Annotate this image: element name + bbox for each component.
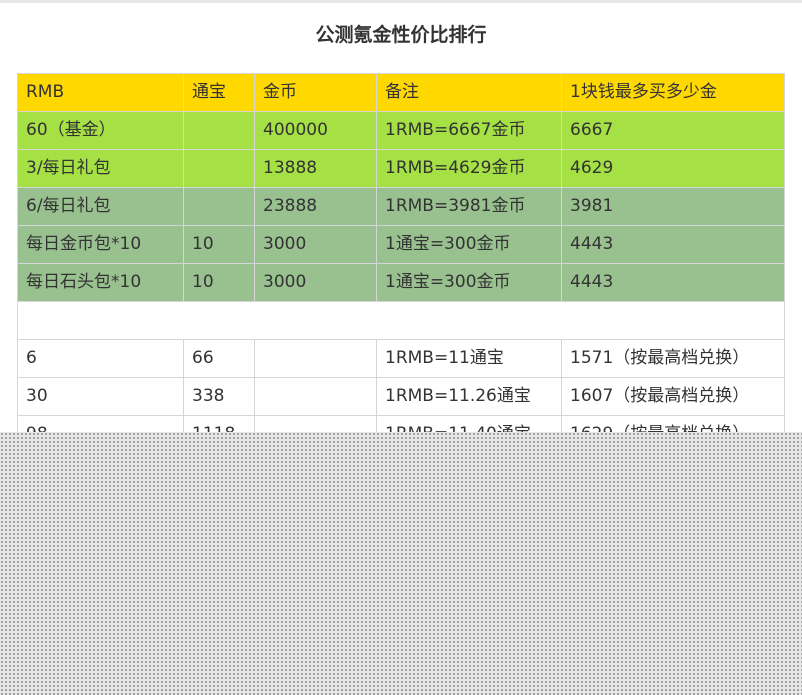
cell-rmb: 6 xyxy=(17,339,184,378)
cell-gold: 3000 xyxy=(254,263,377,302)
cell-tongbao: 10 xyxy=(183,263,255,302)
header-gold-per-rmb: 1块钱最多买多少金 xyxy=(561,73,785,112)
cell-note: 1RMB=6667金币 xyxy=(376,111,562,150)
cell-tongbao: 66 xyxy=(183,339,255,378)
cell-rmb: 每日金币包*10 xyxy=(17,225,184,264)
header-tongbao: 通宝 xyxy=(183,73,255,112)
cell-gold: 13888 xyxy=(254,149,377,188)
cell-note: 1RMB=4629金币 xyxy=(376,149,562,188)
cell-gold xyxy=(254,377,377,416)
top-divider xyxy=(0,0,802,3)
cell-gold: 400000 xyxy=(254,111,377,150)
cell-note: 1RMB=11.26通宝 xyxy=(376,377,562,416)
header-note: 备注 xyxy=(376,73,562,112)
header-gold: 金币 xyxy=(254,73,377,112)
cell-gold xyxy=(254,339,377,378)
cell-note: 1通宝=300金币 xyxy=(376,225,562,264)
table-row: 30 338 1RMB=11.26通宝 1607（按最高档兑换） xyxy=(17,377,785,416)
cell-rmb: 60（基金） xyxy=(17,111,184,150)
table-row: 3/每日礼包 13888 1RMB=4629金币 4629 xyxy=(17,149,785,188)
cell-rmb: 3/每日礼包 xyxy=(17,149,184,188)
cell-note: 1通宝=300金币 xyxy=(376,263,562,302)
table-row: 6 66 1RMB=11通宝 1571（按最高档兑换） xyxy=(17,339,785,378)
loading-dot-overlay xyxy=(0,432,802,695)
cell-tongbao: 338 xyxy=(183,377,255,416)
cell-tongbao xyxy=(183,187,255,226)
cell-gold-per-rmb: 4443 xyxy=(561,263,785,302)
cell-tongbao xyxy=(183,111,255,150)
cell-gold: 23888 xyxy=(254,187,377,226)
page-title: 公测氪金性价比排行 xyxy=(315,24,487,46)
cell-rmb: 6/每日礼包 xyxy=(17,187,184,226)
value-ranking-table: RMB 通宝 金币 备注 1块钱最多买多少金 60（基金） 400000 1RM… xyxy=(17,73,785,454)
table-row: 60（基金） 400000 1RMB=6667金币 6667 xyxy=(17,111,785,150)
cell-gold-per-rmb: 6667 xyxy=(561,111,785,150)
cell-gold-per-rmb: 1571（按最高档兑换） xyxy=(561,339,785,378)
cell-note: 1RMB=11通宝 xyxy=(376,339,562,378)
header-rmb: RMB xyxy=(17,73,184,112)
table-row: 6/每日礼包 23888 1RMB=3981金币 3981 xyxy=(17,187,785,226)
cell-gold-per-rmb: 4443 xyxy=(561,225,785,264)
cell-rmb: 每日石头包*10 xyxy=(17,263,184,302)
cell-gold-per-rmb: 4629 xyxy=(561,149,785,188)
cell-tongbao: 10 xyxy=(183,225,255,264)
table-header-row: RMB 通宝 金币 备注 1块钱最多买多少金 xyxy=(17,73,785,112)
table-row: 每日金币包*10 10 3000 1通宝=300金币 4443 xyxy=(17,225,785,264)
cell-rmb: 30 xyxy=(17,377,184,416)
table-spacer-row xyxy=(17,301,785,340)
table-row: 每日石头包*10 10 3000 1通宝=300金币 4443 xyxy=(17,263,785,302)
cell-gold-per-rmb: 1607（按最高档兑换） xyxy=(561,377,785,416)
spacer-cell xyxy=(17,301,785,340)
cell-tongbao xyxy=(183,149,255,188)
cell-gold-per-rmb: 3981 xyxy=(561,187,785,226)
cell-note: 1RMB=3981金币 xyxy=(376,187,562,226)
cell-gold: 3000 xyxy=(254,225,377,264)
